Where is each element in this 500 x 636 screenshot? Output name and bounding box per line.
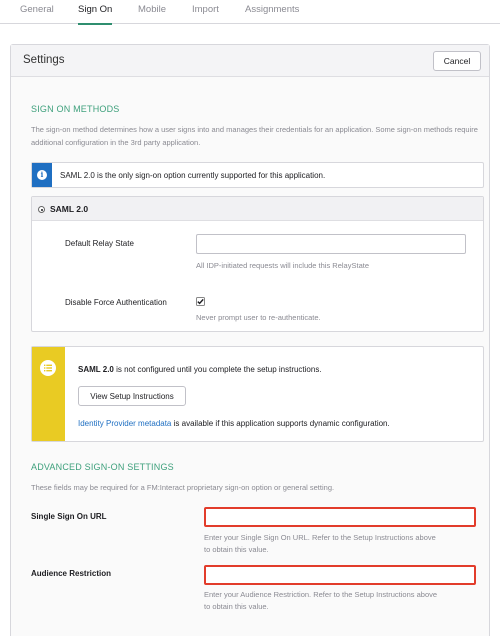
sso-url-hint-line-1: Enter your Single Sign On URL. Refer to … — [204, 533, 436, 542]
tab-mobile[interactable]: Mobile — [138, 4, 166, 15]
relay-state-hint: All IDP-initiated requests will include … — [196, 261, 369, 270]
info-callout: i SAML 2.0 is the only sign-on option cu… — [31, 162, 484, 188]
saml-option-label: SAML 2.0 — [50, 204, 89, 214]
tab-import[interactable]: Import — [192, 4, 219, 15]
advanced-settings-description: These fields may be required for a FM:In… — [31, 483, 335, 492]
warning-strip — [32, 347, 65, 441]
info-text: SAML 2.0 is the only sign-on option curr… — [60, 171, 326, 180]
tab-sign-on[interactable]: Sign On — [78, 4, 113, 25]
info-icon: i — [37, 170, 47, 180]
audience-hint-line-1: Enter your Audience Restriction. Refer t… — [204, 590, 438, 599]
idp-metadata-link[interactable]: Identity Provider metadata — [78, 419, 171, 428]
checkmark-icon — [196, 297, 205, 306]
metadata-suffix: is available if this application support… — [171, 419, 390, 428]
audience-hint-line-2: to obtain this value. — [204, 602, 269, 611]
sso-url-input[interactable] — [204, 507, 476, 527]
setup-notice-text: SAML 2.0 is not configured until you com… — [78, 365, 322, 374]
list-icon — [40, 360, 56, 376]
saml-option-header[interactable]: SAML 2.0 — [32, 197, 483, 221]
setup-notice-callout: SAML 2.0 is not configured until you com… — [31, 346, 484, 442]
force-auth-hint: Never prompt user to re-authenticate. — [196, 313, 321, 322]
settings-panel: Settings Cancel SIGN ON METHODS The sign… — [10, 44, 490, 636]
relay-state-label: Default Relay State — [65, 239, 134, 248]
sso-url-label: Single Sign On URL — [31, 512, 107, 521]
setup-notice-rest: is not configured until you complete the… — [113, 365, 322, 374]
sign-on-methods-description: The sign-on method determines how a user… — [31, 125, 478, 147]
sso-url-hint-line-2: to obtain this value. — [204, 545, 269, 554]
sign-on-methods-heading: SIGN ON METHODS — [31, 104, 120, 114]
setup-notice-bold: SAML 2.0 — [78, 365, 114, 374]
force-auth-label: Disable Force Authentication — [65, 298, 167, 307]
audience-restriction-input[interactable] — [204, 565, 476, 585]
metadata-line: Identity Provider metadata is available … — [78, 419, 390, 428]
cancel-button[interactable]: Cancel — [433, 51, 481, 71]
info-strip: i — [32, 163, 52, 187]
advanced-settings-heading: ADVANCED SIGN-ON SETTINGS — [31, 462, 174, 472]
view-setup-instructions-button[interactable]: View Setup Instructions — [78, 386, 186, 406]
tab-general[interactable]: General — [20, 4, 54, 15]
panel-title: Settings — [23, 54, 65, 66]
audience-restriction-label: Audience Restriction — [31, 569, 112, 578]
saml-option-box: SAML 2.0 Default Relay State All IDP-ini… — [31, 196, 484, 332]
saml-radio-button[interactable] — [38, 206, 45, 213]
panel-header: Settings Cancel — [11, 45, 489, 77]
tab-assignments[interactable]: Assignments — [245, 4, 299, 15]
relay-state-input[interactable] — [196, 234, 466, 254]
tab-bar: General Sign On Mobile Import Assignment… — [0, 0, 500, 25]
force-auth-checkbox[interactable] — [196, 297, 205, 306]
